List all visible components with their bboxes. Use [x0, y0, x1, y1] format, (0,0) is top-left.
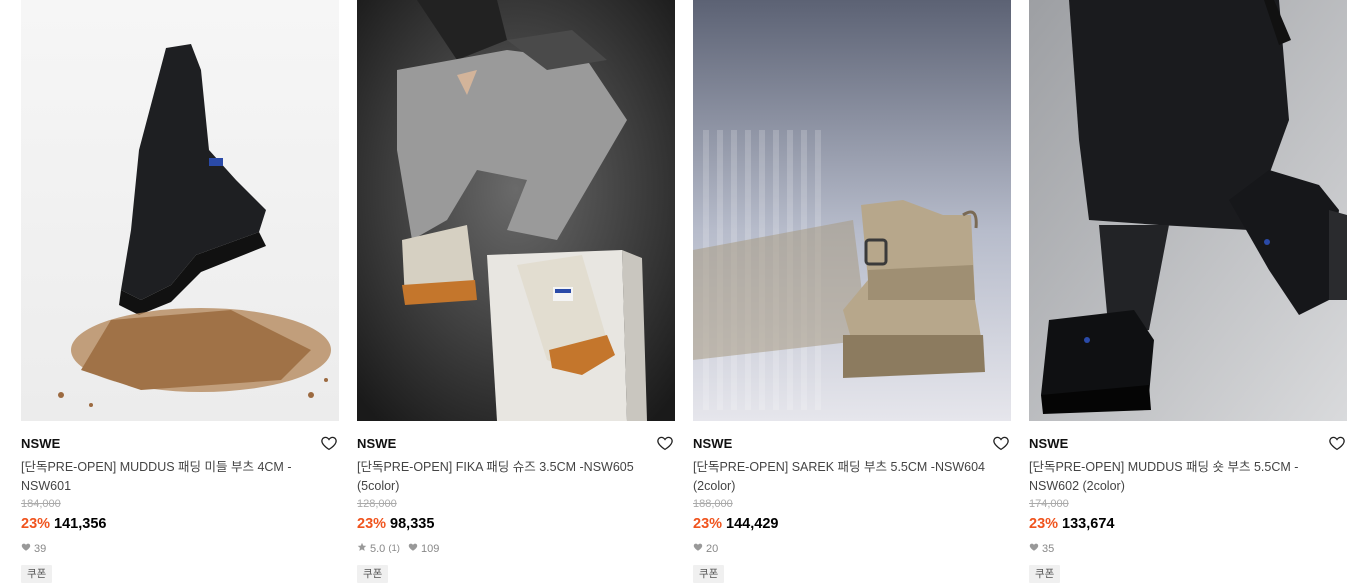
- product-image[interactable]: [1029, 0, 1347, 421]
- product-name[interactable]: [단독PRE-OPEN] FIKA 패딩 슈즈 3.5CM -NSW605 (5…: [357, 458, 675, 495]
- coupon-badge: 쿠폰: [693, 565, 725, 583]
- brand-row: NSWE: [21, 435, 339, 451]
- likes: 20: [693, 542, 718, 556]
- heart-filled-icon: [693, 542, 703, 556]
- product-card[interactable]: NSWE [단독PRE-OPEN] MUDDUS 패딩 숏 부츠 5.5CM -…: [1029, 0, 1347, 583]
- brand-name[interactable]: NSWE: [1029, 436, 1068, 451]
- star-icon: [357, 542, 367, 556]
- discount-rate: 23%: [21, 516, 51, 532]
- likes: 35: [1029, 542, 1054, 556]
- price-row: 23% 98,335: [357, 515, 675, 533]
- product-meta: 39: [21, 542, 339, 556]
- heart-filled-icon: [408, 542, 418, 556]
- like-count: 109: [420, 543, 440, 555]
- product-grid: NSWE [단독PRE-OPEN] MUDDUS 패딩 미들 부츠 4CM -N…: [21, 0, 1347, 583]
- sale-price: 98,335: [390, 516, 435, 532]
- brand-name[interactable]: NSWE: [357, 436, 396, 451]
- heart-filled-icon: [21, 542, 31, 556]
- original-price: 188,000: [693, 498, 733, 510]
- product-meta: 20: [693, 542, 1011, 556]
- price-row: 23% 144,429: [693, 515, 1011, 533]
- discount-rate: 23%: [1029, 516, 1059, 532]
- coupon-badge: 쿠폰: [357, 565, 389, 583]
- price-row: 23% 133,674: [1029, 515, 1347, 533]
- sale-price: 141,356: [54, 516, 107, 532]
- product-meta: 5.0 (1) 109: [357, 542, 675, 556]
- product-card[interactable]: NSWE [단독PRE-OPEN] SAREK 패딩 부츠 5.5CM -NSW…: [693, 0, 1011, 583]
- likes: 109: [408, 542, 439, 556]
- brand-row: NSWE: [357, 435, 675, 451]
- product-name[interactable]: [단독PRE-OPEN] MUDDUS 패딩 숏 부츠 5.5CM -NSW60…: [1029, 458, 1347, 495]
- rating-value: 5.0: [370, 543, 386, 555]
- coupon-badge: 쿠폰: [21, 565, 53, 583]
- wishlist-heart-icon[interactable]: [320, 434, 338, 452]
- wishlist-heart-icon[interactable]: [656, 434, 674, 452]
- review-count: (1): [388, 543, 400, 554]
- discount-rate: 23%: [693, 516, 723, 532]
- product-image[interactable]: [357, 0, 675, 421]
- likes: 39: [21, 542, 46, 556]
- coupon-badge: 쿠폰: [1029, 565, 1061, 583]
- brand-name[interactable]: NSWE: [693, 436, 732, 451]
- product-image[interactable]: [693, 0, 1011, 421]
- brand-row: NSWE: [693, 435, 1011, 451]
- product-image[interactable]: [21, 0, 339, 421]
- original-price: 174,000: [1029, 498, 1069, 510]
- original-price: 128,000: [357, 498, 397, 510]
- discount-rate: 23%: [357, 516, 387, 532]
- rating: 5.0 (1): [357, 542, 400, 556]
- heart-filled-icon: [1029, 542, 1039, 556]
- brand-name[interactable]: NSWE: [21, 436, 60, 451]
- product-name[interactable]: [단독PRE-OPEN] MUDDUS 패딩 미들 부츠 4CM -NSW601: [21, 458, 339, 495]
- wishlist-heart-icon[interactable]: [1328, 434, 1346, 452]
- wishlist-heart-icon[interactable]: [992, 434, 1010, 452]
- like-count: 39: [34, 543, 47, 555]
- brand-row: NSWE: [1029, 435, 1347, 451]
- like-count: 20: [706, 543, 719, 555]
- product-meta: 35: [1029, 542, 1347, 556]
- like-count: 35: [1042, 543, 1055, 555]
- price-row: 23% 141,356: [21, 515, 339, 533]
- original-price: 184,000: [21, 498, 61, 510]
- product-name[interactable]: [단독PRE-OPEN] SAREK 패딩 부츠 5.5CM -NSW604 (…: [693, 458, 1011, 495]
- product-card[interactable]: NSWE [단독PRE-OPEN] MUDDUS 패딩 미들 부츠 4CM -N…: [21, 0, 339, 583]
- product-card[interactable]: NSWE [단독PRE-OPEN] FIKA 패딩 슈즈 3.5CM -NSW6…: [357, 0, 675, 583]
- sale-price: 144,429: [726, 516, 779, 532]
- sale-price: 133,674: [1062, 516, 1115, 532]
